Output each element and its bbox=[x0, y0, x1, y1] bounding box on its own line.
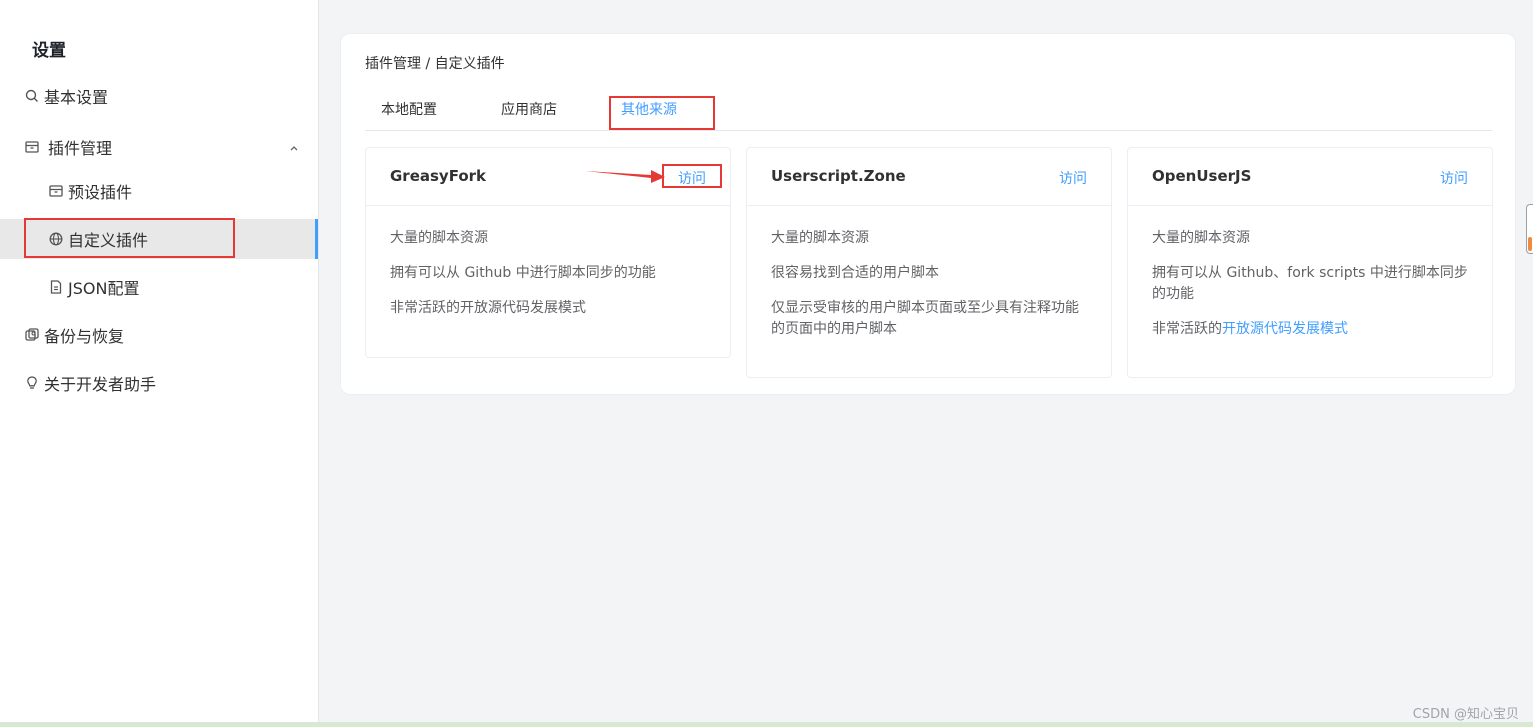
sidebar-item-preset-plugins[interactable]: 预设插件 bbox=[0, 171, 318, 211]
visit-link[interactable]: 访问 bbox=[678, 168, 706, 188]
feature-item: 大量的脚本资源 bbox=[771, 230, 869, 246]
watermark: CSDN @知心宝贝 bbox=[1412, 707, 1519, 722]
search-icon bbox=[24, 88, 40, 104]
sidebar-item-label: 备份与恢复 bbox=[44, 327, 125, 346]
source-card-userscript-zone: Userscript.Zone 访问 大量的脚本资源 很容易找到合适的用户脚本 … bbox=[746, 147, 1112, 378]
visit-link[interactable]: 访问 bbox=[1059, 168, 1087, 188]
feature-item: 大量的脚本资源 bbox=[390, 230, 488, 246]
feature-item: 拥有可以从 Github 中进行脚本同步的功能 bbox=[390, 265, 656, 281]
source-card-greasyfork: GreasyFork 访问 大量的脚本资源 拥有可以从 Github 中进行脚本… bbox=[365, 147, 731, 358]
sidebar: 设置 基本设置 插件管理 预设插件 自定义插件 JSON配置 备份与恢复 关于开… bbox=[0, 0, 319, 724]
globe-icon bbox=[48, 231, 64, 247]
tab-local-config[interactable]: 本地配置 bbox=[381, 92, 437, 130]
sidebar-item-plugin-management[interactable]: 插件管理 bbox=[0, 127, 318, 167]
card-title: OpenUserJS bbox=[1152, 167, 1252, 185]
scrollbar-handle[interactable] bbox=[1526, 204, 1533, 254]
sidebar-item-label: 插件管理 bbox=[48, 139, 113, 158]
card-header: Userscript.Zone 访问 bbox=[747, 148, 1111, 206]
card-body: 大量的脚本资源 很容易找到合适的用户脚本 仅显示受审核的用户脚本页面或至少具有注… bbox=[747, 206, 1111, 368]
source-card-openuserjs: OpenUserJS 访问 大量的脚本资源 拥有可以从 Github、fork … bbox=[1127, 147, 1493, 378]
document-icon bbox=[48, 279, 64, 295]
sidebar-item-label: 自定义插件 bbox=[68, 231, 149, 250]
visit-link[interactable]: 访问 bbox=[1440, 168, 1468, 188]
sidebar-item-custom-plugins[interactable]: 自定义插件 bbox=[0, 219, 318, 259]
feature-prefix: 非常活跃的 bbox=[1152, 321, 1222, 337]
chevron-up-icon[interactable] bbox=[288, 139, 300, 151]
sidebar-item-about-developer[interactable]: 关于开发者助手 bbox=[0, 363, 318, 403]
tab-bar: 本地配置 应用商店 其他来源 bbox=[365, 92, 1492, 131]
sidebar-item-label: 关于开发者助手 bbox=[44, 375, 157, 394]
lightbulb-icon bbox=[24, 375, 40, 391]
tab-other-sources[interactable]: 其他来源 bbox=[621, 92, 677, 130]
card-body: 大量的脚本资源 拥有可以从 Github、fork scripts 中进行脚本同… bbox=[1128, 206, 1492, 368]
box-icon bbox=[48, 183, 64, 199]
feature-item: 拥有可以从 Github、fork scripts 中进行脚本同步的功能 bbox=[1152, 265, 1468, 302]
sidebar-item-basic-settings[interactable]: 基本设置 bbox=[0, 76, 318, 116]
card-body: 大量的脚本资源 拥有可以从 Github 中进行脚本同步的功能 非常活跃的开放源… bbox=[366, 206, 730, 347]
sidebar-item-backup-restore[interactable]: 备份与恢复 bbox=[0, 315, 318, 355]
card-title: GreasyFork bbox=[390, 167, 487, 185]
feature-item: 很容易找到合适的用户脚本 bbox=[771, 265, 939, 281]
sidebar-item-label: JSON配置 bbox=[68, 279, 140, 298]
feature-item: 非常活跃的开放源代码发展模式 bbox=[390, 300, 586, 316]
breadcrumb: 插件管理 / 自定义插件 bbox=[365, 56, 505, 72]
card-header: GreasyFork 访问 bbox=[366, 148, 730, 206]
main-panel: 插件管理 / 自定义插件 本地配置 应用商店 其他来源 GreasyFork 访… bbox=[340, 33, 1516, 395]
sidebar-title: 设置 bbox=[32, 41, 66, 61]
bottom-strip bbox=[0, 722, 1533, 727]
sidebar-item-label: 基本设置 bbox=[44, 88, 109, 107]
backup-icon bbox=[24, 327, 40, 343]
open-source-link[interactable]: 开放源代码发展模式 bbox=[1222, 321, 1348, 337]
feature-item: 大量的脚本资源 bbox=[1152, 230, 1250, 246]
card-title: Userscript.Zone bbox=[771, 167, 906, 185]
feature-item: 非常活跃的开放源代码发展模式 bbox=[1152, 319, 1468, 340]
sidebar-item-label: 预设插件 bbox=[68, 183, 133, 202]
sidebar-item-json-config[interactable]: JSON配置 bbox=[0, 267, 318, 307]
card-header: OpenUserJS 访问 bbox=[1128, 148, 1492, 206]
feature-item: 仅显示受审核的用户脚本页面或至少具有注释功能的页面中的用户脚本 bbox=[771, 300, 1079, 337]
tab-app-store[interactable]: 应用商店 bbox=[501, 92, 557, 130]
box-icon bbox=[24, 139, 40, 155]
